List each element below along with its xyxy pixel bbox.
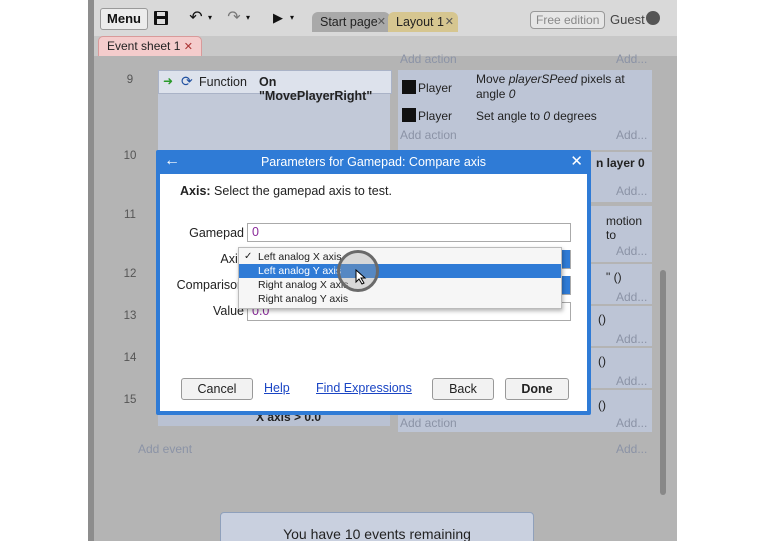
description-text: Select the gamepad axis to test. [210,184,392,198]
free-edition-badge: Free edition [530,11,606,29]
tab-event-sheet-1[interactable]: Event sheet 1 ✕ [98,36,202,57]
action-text: () [598,312,606,326]
event-number: 10 [123,150,137,162]
add-link[interactable]: Add... [616,184,647,198]
add-action-link[interactable]: Add action [400,52,457,66]
comparison-label: Comparison [176,278,244,292]
event-number: 14 [123,352,137,364]
condition-object: Function [199,75,247,89]
done-button[interactable]: Done [505,378,569,400]
event-number: 15 [123,394,137,406]
player-sprite-icon [402,108,416,122]
condition-text: On "MovePlayerRight" [259,75,373,103]
dialog-description: Axis: Select the gamepad axis to test. [180,184,392,198]
toolbar: Menu ↶ ▾ ↷ ▾ ▶ ▾ Start page ✕ Layout 1 ✕ F… [88,0,677,37]
action-row[interactable]: Player Move playerSPeed pixels at angle … [398,72,652,102]
close-icon[interactable]: ✕ [445,12,454,32]
event-number: 13 [123,310,137,322]
axis-option[interactable]: Right analog X axis [239,278,561,292]
action-object: Player [418,109,453,123]
add-link[interactable]: Add... [616,128,647,142]
action-text: Set angle to 0 degrees [476,109,597,123]
add-link[interactable]: Add... [616,332,647,346]
event-actions-block[interactable]: Player Move playerSPeed pixels at angle … [398,70,652,150]
action-text: Move playerSPeed pixels at angle 0 [476,72,648,102]
option-label: Left analog X axis [258,251,342,263]
user-label[interactable]: Guest [610,12,645,27]
help-link[interactable]: Help [264,381,290,395]
add-link[interactable]: Add... [616,416,647,430]
undo-icon[interactable]: ↶ [186,8,206,28]
mouse-cursor-highlight [337,250,379,292]
action-text: motion to [606,214,643,242]
action-text-part: degrees [550,109,597,123]
gamepad-field[interactable]: 0 [247,223,571,242]
action-row[interactable]: Player Set angle to 0 degrees [398,106,652,124]
save-icon[interactable] [150,8,172,28]
player-sprite-icon [402,80,416,94]
tab-label: Start page [320,15,378,29]
action-text: " () [606,270,622,284]
add-link[interactable]: Add... [616,374,647,388]
axis-dropdown: ✓ Left analog X axis Left analog Y axis R… [238,247,562,309]
description-bold: Axis: [180,184,211,198]
action-object: Player [418,81,453,95]
condition-row[interactable]: ➜ ⟳ Function On "MovePlayerRight" [158,70,392,103]
add-link[interactable]: Add... [616,52,647,66]
menu-button[interactable]: Menu [100,8,148,30]
action-text-italic: 0 [508,87,516,101]
action-text: () [598,398,606,412]
add-action-link[interactable]: Add action [400,128,457,142]
axis-label: Axis [220,252,244,266]
back-button[interactable]: Back [432,378,494,400]
green-arrow-icon: ➜ [163,74,174,88]
event-number: 9 [126,74,134,86]
find-expressions-link[interactable]: Find Expressions [316,381,412,395]
add-event-link[interactable]: Add event [138,442,192,456]
event-number: 11 [124,209,136,221]
add-link[interactable]: Add... [616,290,647,304]
dialog-title: Parameters for Gamepad: Compare axis [260,155,487,169]
add-action-link[interactable]: Add action [400,416,457,430]
gamepad-value: 0 [252,225,259,239]
editor-tab-bar: Event sheet 1 ✕ [88,36,677,57]
redo-dropdown-icon[interactable]: ▾ [244,8,252,28]
option-label: Left analog Y axis [258,265,342,277]
user-icon[interactable] [646,11,660,25]
action-text-part: Set angle to [476,109,544,123]
left-edge [88,0,94,541]
option-label: Right analog Y axis [258,293,349,305]
check-icon: ✓ [244,251,253,262]
scrollbar[interactable] [660,270,666,495]
event-number: 12 [123,268,137,280]
event-condition-block[interactable]: ➜ ⟳ Function On "MovePlayerRight" [158,70,392,150]
axis-option[interactable]: Right analog Y axis [239,292,561,306]
tab-label: Layout 1 [396,15,444,29]
action-text: n layer 0 [596,156,645,170]
axis-option-highlighted[interactable]: Left analog Y axis [239,264,561,278]
action-text: () [598,354,606,368]
function-icon: ⟳ [181,73,193,89]
close-icon[interactable]: ✕ [570,152,583,170]
undo-dropdown-icon[interactable]: ▾ [206,8,214,28]
action-text-italic: playerSPeed [508,72,578,86]
back-arrow-icon[interactable]: ← [164,152,180,170]
redo-icon[interactable]: ↷ [224,8,244,28]
run-icon[interactable]: ▶ [268,8,288,28]
events-remaining-banner: You have 10 events remaining [220,512,534,541]
add-link[interactable]: Add... [616,244,647,258]
tab-layout-1[interactable]: Layout 1 ✕ [388,12,458,32]
run-dropdown-icon[interactable]: ▾ [288,8,296,28]
add-link[interactable]: Add... [616,442,647,456]
value-label: Value [212,304,244,318]
axis-option[interactable]: ✓ Left analog X axis [239,250,561,264]
close-icon[interactable]: ✕ [184,41,193,53]
option-label: Right analog X axis [258,279,349,291]
gamepad-label: Gamepad [189,226,244,240]
close-icon[interactable]: ✕ [377,12,386,32]
tab-label: Event sheet 1 [107,39,181,53]
action-text-part: Move [476,72,509,86]
cancel-button[interactable]: Cancel [181,378,253,400]
tab-start-page[interactable]: Start page ✕ [312,12,390,32]
